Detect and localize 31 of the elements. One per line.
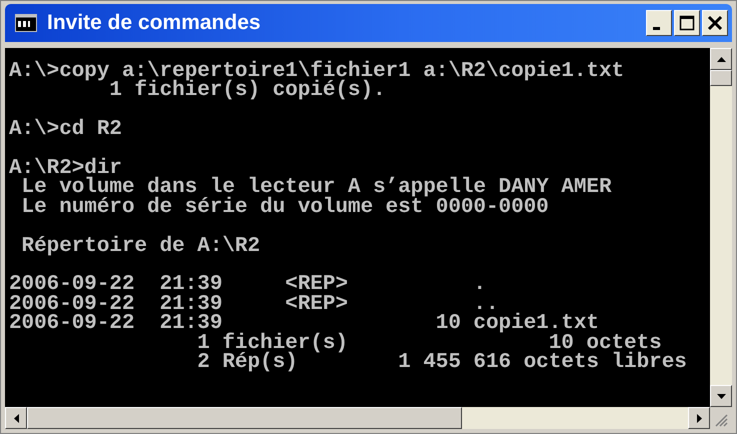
resize-grip-icon[interactable] — [714, 413, 728, 427]
console-line: 2006-09-22 21:39 10 copie1.txt — [9, 314, 599, 334]
console-line: Le volume dans le lecteur A s’appelle DANY AMER — [20, 178, 612, 198]
console-line: A:\>copy a:\repertoire1\fichier1 a:\R2\copie1.txt — [9, 62, 626, 82]
down-arrow-icon — [716, 394, 726, 398]
scroll-thumb[interactable] — [710, 70, 732, 86]
console-line: 1 fichier(s) copié(s). — [109, 81, 386, 101]
minimize-button[interactable] — [646, 10, 672, 36]
maximize-icon — [679, 15, 695, 31]
console-line: A:\>cd R2 — [9, 120, 123, 140]
minimize-icon — [653, 26, 660, 30]
close-icon — [707, 15, 723, 31]
scroll-right-button[interactable] — [688, 407, 710, 429]
scroll-down-button[interactable] — [710, 385, 732, 407]
console-line: 2006-09-22 21:39 <REP> .. — [9, 294, 499, 314]
console-line: 2 Rép(s) 1 455 616 octets libres — [196, 353, 688, 372]
left-arrow-icon — [14, 414, 18, 422]
horizontal-scrollbar[interactable] — [5, 407, 710, 429]
console-line: Répertoire de A:\R2 — [20, 236, 262, 256]
scroll-thumb[interactable] — [27, 407, 462, 429]
console-line: Le numéro de série du volume est 0000-0000 — [20, 198, 550, 218]
scroll-up-button[interactable] — [710, 48, 732, 70]
scroll-left-button[interactable] — [5, 407, 27, 429]
console-icon — [15, 14, 37, 32]
close-button[interactable] — [702, 10, 728, 36]
maximize-button[interactable] — [674, 10, 700, 36]
window-title: Invite de commandes — [47, 11, 261, 35]
vertical-scrollbar[interactable] — [710, 48, 732, 407]
up-arrow-icon — [716, 56, 726, 62]
console-line: 2006-09-22 21:39 <REP> . — [9, 275, 487, 295]
right-arrow-icon — [696, 414, 702, 422]
